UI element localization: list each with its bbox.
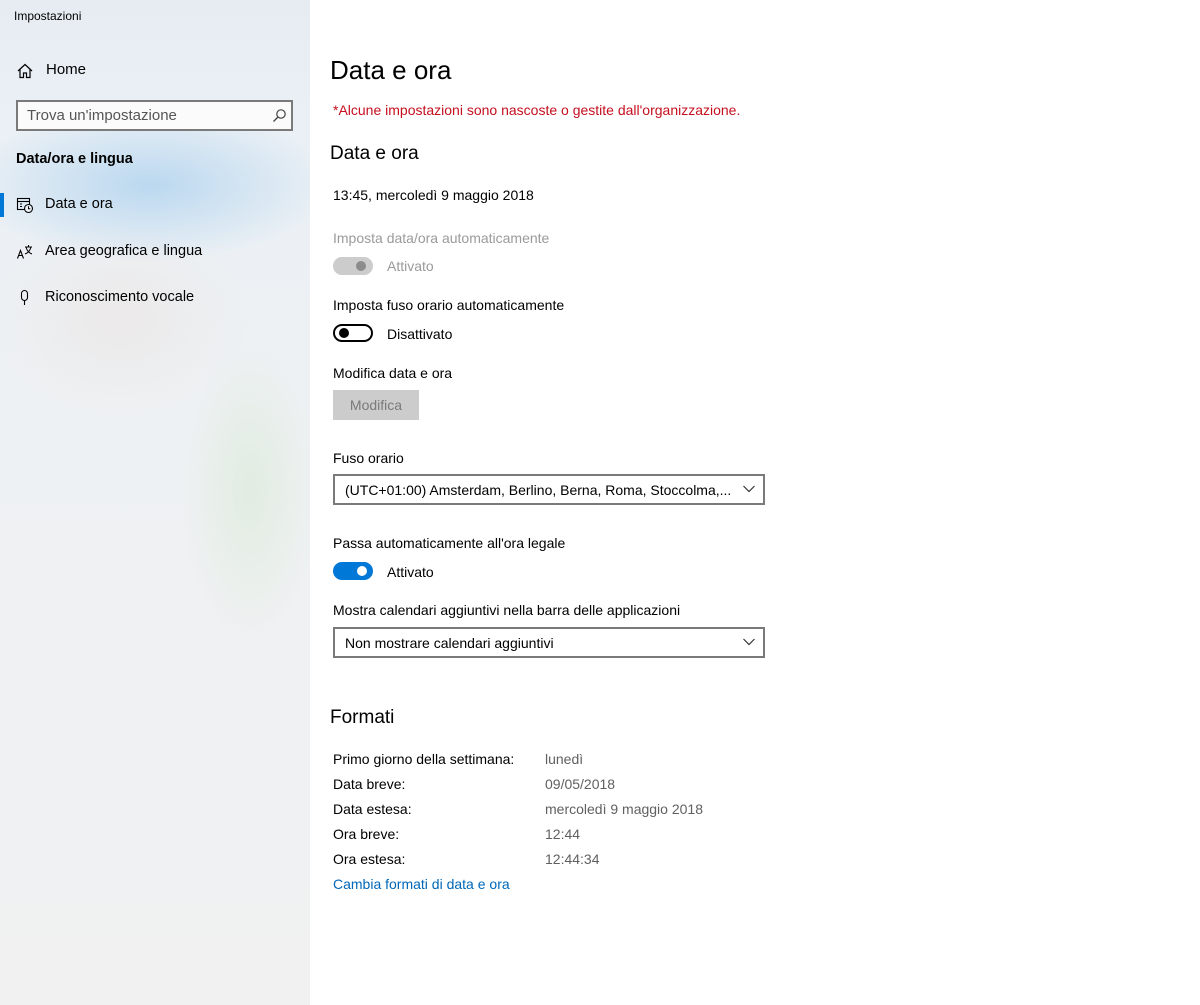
calendars-dropdown[interactable]: Non mostrare calendari aggiuntivi — [333, 627, 765, 658]
main-content: Data e ora *Alcune impostazioni sono nas… — [310, 0, 1200, 1005]
auto-time-label: Imposta data/ora automaticamente — [333, 230, 550, 246]
section-heading-datetime: Data e ora — [330, 143, 419, 164]
dst-state: Attivato — [387, 564, 434, 580]
calendar-clock-icon — [16, 197, 34, 214]
section-heading-formats: Formati — [330, 707, 395, 728]
search-input[interactable] — [18, 102, 267, 129]
window-title: Impostazioni — [14, 9, 82, 23]
toggle-knob — [357, 566, 367, 576]
home-nav-item[interactable]: Home — [0, 52, 310, 88]
sidebar-item-label: Riconoscimento vocale — [45, 289, 195, 305]
auto-timezone-label: Imposta fuso orario automaticamente — [333, 297, 565, 313]
toggle-knob — [339, 328, 349, 338]
auto-time-state: Attivato — [387, 258, 434, 274]
current-datetime: 13:45, mercoledì 9 maggio 2018 — [333, 187, 534, 203]
search-icon[interactable] — [272, 108, 287, 123]
timezone-label: Fuso orario — [333, 450, 404, 466]
sidebar-item-label: Data e ora — [45, 196, 113, 212]
page-title: Data e ora — [330, 55, 452, 85]
language-icon — [16, 245, 33, 259]
format-value-long-time: 12:44:34 — [545, 851, 600, 867]
change-datetime-button: Modifica — [333, 390, 419, 420]
sidebar-item-area-geografica[interactable]: Area geografica e lingua — [0, 233, 310, 271]
timezone-value: (UTC+01:00) Amsterdam, Berlino, Berna, R… — [345, 482, 732, 498]
change-datetime-label: Modifica data e ora — [333, 365, 453, 381]
auto-time-toggle — [333, 257, 373, 275]
calendars-value: Non mostrare calendari aggiuntivi — [345, 635, 554, 651]
format-label-long-time: Ora estesa: — [333, 851, 406, 867]
sidebar-item-label: Area geografica e lingua — [45, 243, 203, 259]
format-value-long-date: mercoledì 9 maggio 2018 — [545, 801, 703, 817]
microphone-icon — [20, 289, 29, 305]
toggle-knob — [356, 261, 366, 271]
format-label-short-time: Ora breve: — [333, 826, 400, 842]
change-formats-link[interactable]: Cambia formati di data e ora — [333, 876, 510, 892]
timezone-dropdown[interactable]: (UTC+01:00) Amsterdam, Berlino, Berna, R… — [333, 474, 765, 505]
policy-warning: *Alcune impostazioni sono nascoste o ges… — [333, 102, 741, 118]
home-label: Home — [46, 61, 87, 78]
dst-label: Passa automaticamente all'ora legale — [333, 535, 566, 551]
format-value-short-time: 12:44 — [545, 826, 581, 842]
chevron-down-icon — [743, 638, 755, 646]
sidebar-item-riconoscimento-vocale[interactable]: Riconoscimento vocale — [0, 279, 310, 317]
auto-timezone-toggle[interactable] — [333, 324, 373, 342]
format-label-short-date: Data breve: — [333, 776, 406, 792]
format-value-first-day: lunedì — [545, 751, 584, 767]
home-icon — [17, 63, 33, 79]
chevron-down-icon — [743, 485, 755, 493]
auto-timezone-state: Disattivato — [387, 326, 453, 342]
sidebar-item-data-e-ora[interactable]: Data e ora — [0, 186, 310, 224]
calendars-label: Mostra calendari aggiuntivi nella barra … — [333, 602, 681, 618]
format-value-short-date: 09/05/2018 — [545, 776, 616, 792]
sidebar-section-header: Data/ora e lingua — [16, 151, 133, 167]
format-label-first-day: Primo giorno della settimana: — [333, 751, 515, 767]
search-box[interactable] — [16, 100, 293, 131]
dst-toggle[interactable] — [333, 562, 373, 580]
sidebar: Impostazioni Home Data/ora e lingua Data… — [0, 0, 310, 1005]
format-label-long-date: Data estesa: — [333, 801, 412, 817]
